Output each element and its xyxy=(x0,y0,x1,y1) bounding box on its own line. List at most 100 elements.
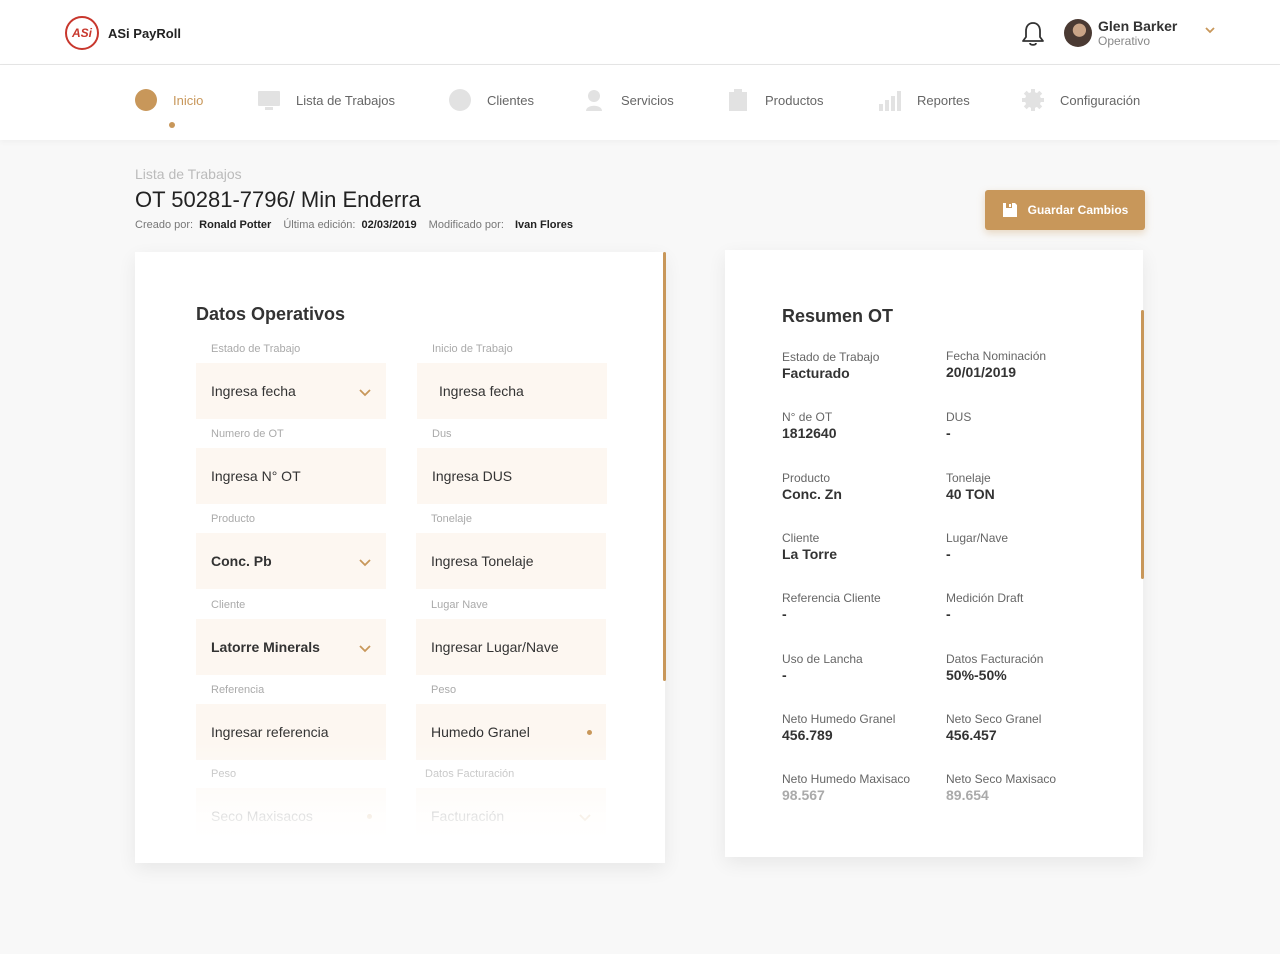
summary-label: Tonelaje xyxy=(946,471,991,485)
radio-dot-icon xyxy=(587,730,592,735)
peso-seco-maxisacos-option[interactable]: Seco Maxisacos xyxy=(196,788,386,844)
summary-label: Datos Facturación xyxy=(946,652,1044,666)
card-title: Resumen OT xyxy=(782,306,894,326)
field-value: Ingresa DUS xyxy=(432,468,513,484)
last-edit-label: Última edición: xyxy=(283,219,356,231)
field-label: Producto xyxy=(211,513,256,525)
breadcrumb[interactable]: Lista de Trabajos xyxy=(135,166,242,182)
chevron-down-icon[interactable] xyxy=(1203,23,1217,37)
top-bar: ASi ASi PayRoll Glen Barker Operativo xyxy=(0,0,1280,65)
user-name: Glen Barker xyxy=(1098,18,1178,34)
summary-label: Producto xyxy=(782,471,831,485)
user-role: Operativo xyxy=(1098,34,1151,48)
nav-label: Productos xyxy=(765,92,824,108)
summary-label: Neto Humedo Maxisaco xyxy=(782,772,911,786)
summary-value: La Torre xyxy=(782,546,837,562)
field-value: Ingresar Lugar/Nave xyxy=(431,639,559,655)
meta-info: Creado por: Ronald Potter Última edición… xyxy=(135,219,573,231)
summary-value: 50%-50% xyxy=(946,667,1007,683)
modified-by-label: Modificado por: xyxy=(428,219,504,231)
avatar[interactable] xyxy=(1064,19,1092,47)
gear-icon xyxy=(1022,89,1044,111)
chevron-down-icon xyxy=(359,645,371,653)
field-label: Estado de Trabajo xyxy=(211,343,301,355)
summary-value: - xyxy=(946,425,951,441)
person-icon xyxy=(583,89,605,111)
field-label: Peso xyxy=(211,768,237,780)
nav-item-configuracion[interactable]: Configuración xyxy=(1022,89,1140,111)
summary-value: - xyxy=(782,606,787,622)
summary-label: Referencia Cliente xyxy=(782,591,881,605)
nav-label: Configuración xyxy=(1060,92,1141,108)
summary-label: Fecha Nominación xyxy=(946,349,1047,363)
dus-input[interactable]: Ingresa DUS xyxy=(417,448,607,504)
summary-value: 89.654 xyxy=(946,787,989,803)
summary-card: Resumen OT Estado de Trabajo Facturado F… xyxy=(725,250,1143,857)
datos-facturacion-select[interactable]: Facturación xyxy=(416,788,606,844)
field-value: Ingresar referencia xyxy=(211,724,329,740)
floppy-disk-icon xyxy=(1002,203,1017,217)
summary-label: Neto Seco Granel xyxy=(946,712,1042,726)
form-scrollbar[interactable] xyxy=(663,252,666,681)
field-label: Lugar Nave xyxy=(431,599,488,611)
active-indicator xyxy=(169,122,175,128)
summary-label: Lugar/Nave xyxy=(946,531,1009,545)
home-circle-icon xyxy=(135,89,157,111)
summary-value: 456.789 xyxy=(782,727,833,743)
save-button[interactable]: Guardar Cambios xyxy=(985,190,1145,230)
field-value: Facturación xyxy=(431,808,505,824)
field-value: Seco Maxisacos xyxy=(211,808,313,824)
field-label: Inicio de Trabajo xyxy=(432,343,513,355)
field-label: Cliente xyxy=(211,599,246,611)
bar-chart-icon xyxy=(879,89,901,111)
nav-label: Servicios xyxy=(621,92,674,108)
summary-value: 40 TON xyxy=(946,486,995,502)
estado-trabajo-select[interactable]: Ingresa fecha xyxy=(196,363,386,419)
clipboard-icon xyxy=(727,89,749,111)
field-label: Tonelaje xyxy=(431,513,472,525)
nav-item-productos[interactable]: Productos xyxy=(727,89,824,111)
summary-label: Estado de Trabajo xyxy=(782,350,880,364)
created-by-value: Ronald Potter xyxy=(199,219,272,231)
modified-by-value: Ivan Flores xyxy=(514,219,574,231)
nav-item-servicios[interactable]: Servicios xyxy=(583,89,674,111)
summary-scrollbar[interactable] xyxy=(1141,310,1144,579)
cliente-select[interactable]: Latorre Minerals xyxy=(196,619,386,675)
field-label: Peso xyxy=(431,684,457,696)
main-nav: Inicio Lista de Trabajos Clientes Servic… xyxy=(0,65,1280,140)
summary-label: Neto Seco Maxisaco xyxy=(946,772,1057,786)
numero-ot-input[interactable]: Ingresa N° OT xyxy=(196,448,386,504)
summary-value: Facturado xyxy=(782,365,850,381)
monitor-icon xyxy=(258,89,280,111)
peso-humedo-granel-option[interactable]: Humedo Granel xyxy=(416,704,606,760)
chevron-down-icon xyxy=(359,559,371,567)
app-logo[interactable]: ASi xyxy=(65,16,99,50)
nav-item-inicio[interactable]: Inicio xyxy=(135,89,203,111)
summary-value: 20/01/2019 xyxy=(946,364,1017,380)
nav-label: Inicio xyxy=(173,92,204,108)
summary-label: Medición Draft xyxy=(946,591,1024,605)
inicio-trabajo-input[interactable]: Ingresa fecha xyxy=(417,363,607,419)
app-name: ASi PayRoll xyxy=(108,26,181,41)
summary-value: - xyxy=(946,606,951,622)
notification-bell-icon[interactable] xyxy=(1020,20,1046,48)
summary-label: Uso de Lancha xyxy=(782,652,863,666)
save-button-label: Guardar Cambios xyxy=(1027,203,1129,217)
nav-item-lista-de-trabajos[interactable]: Lista de Trabajos xyxy=(258,89,395,111)
nav-item-reportes[interactable]: Reportes xyxy=(879,89,970,111)
tonelaje-input[interactable]: Ingresa Tonelaje xyxy=(416,533,606,589)
field-value: Ingresa N° OT xyxy=(211,468,301,484)
lugar-nave-input[interactable]: Ingresar Lugar/Nave xyxy=(416,619,606,675)
summary-value: - xyxy=(946,546,951,562)
nav-label: Clientes xyxy=(487,92,534,108)
referencia-input[interactable]: Ingresar referencia xyxy=(196,704,386,760)
producto-select[interactable]: Conc. Pb xyxy=(196,533,386,589)
summary-value: 1812640 xyxy=(782,425,837,441)
field-label: Referencia xyxy=(211,684,265,696)
field-value: Ingresa fecha xyxy=(439,383,524,399)
nav-label: Lista de Trabajos xyxy=(296,92,396,108)
nav-item-clientes[interactable]: Clientes xyxy=(449,89,534,111)
field-label: Dus xyxy=(432,428,452,440)
summary-value: 98.567 xyxy=(782,787,825,803)
summary-label: Cliente xyxy=(782,531,820,545)
